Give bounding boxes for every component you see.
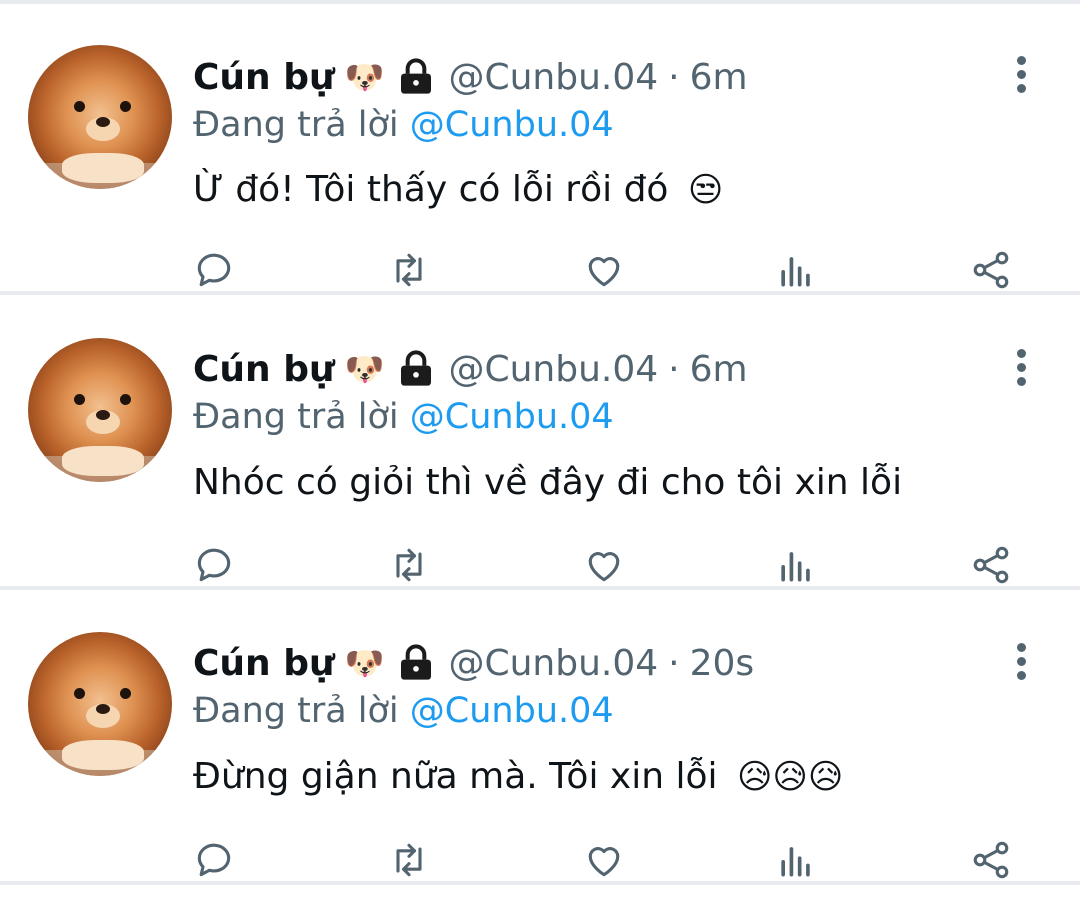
- avatar[interactable]: [28, 632, 172, 776]
- author-name[interactable]: Cún bự: [193, 349, 335, 390]
- analytics-icon[interactable]: [772, 246, 820, 294]
- reply-icon[interactable]: [190, 836, 238, 884]
- more-vertical-icon[interactable]: [1008, 641, 1036, 683]
- separator-dot: ·: [668, 56, 680, 98]
- reply-prefix: Đang trả lời: [193, 397, 399, 437]
- reply-context: Đang trả lời @Cunbu.04: [193, 691, 614, 731]
- reply-icon[interactable]: [190, 246, 238, 294]
- share-icon[interactable]: [967, 541, 1015, 589]
- retweet-icon[interactable]: [385, 246, 433, 294]
- more-vertical-icon[interactable]: [1008, 347, 1036, 389]
- author-handle[interactable]: @Cunbu.04: [448, 643, 658, 684]
- dog-emoji: 🐶: [344, 644, 385, 682]
- author-name[interactable]: Cún bự: [193, 57, 335, 98]
- more-vertical-icon[interactable]: [1008, 54, 1036, 96]
- separator-dot: ·: [668, 348, 680, 390]
- heart-icon[interactable]: [580, 836, 628, 884]
- timestamp[interactable]: 6m: [690, 57, 748, 98]
- lock-icon: [396, 57, 436, 97]
- avatar[interactable]: [28, 45, 172, 189]
- author-handle[interactable]: @Cunbu.04: [448, 349, 658, 390]
- reply-icon[interactable]: [190, 541, 238, 589]
- avatar[interactable]: [28, 338, 172, 482]
- tweet-item[interactable]: Cún bự 🐶 @Cunbu.04 · 6m Đang trả lời @Cu…: [0, 4, 1080, 295]
- tweet-text: Đừng giận nữa mà. Tôi xin lỗi 😥😥😥: [193, 756, 843, 797]
- reply-mention-link[interactable]: @Cunbu.04: [410, 105, 614, 145]
- tweet-emoji: 😥😥😥: [736, 757, 844, 797]
- tweet-item[interactable]: Cún bự 🐶 @Cunbu.04 · 20s Đang trả lời @C…: [0, 594, 1080, 885]
- analytics-icon[interactable]: [772, 541, 820, 589]
- reply-prefix: Đang trả lời: [193, 691, 399, 731]
- timestamp[interactable]: 6m: [690, 349, 748, 390]
- tweet-text-body: Nhóc có giỏi thì về đây đi cho tôi xin l…: [193, 462, 903, 503]
- heart-icon[interactable]: [580, 246, 628, 294]
- lock-icon: [396, 349, 436, 389]
- reply-mention-link[interactable]: @Cunbu.04: [410, 691, 614, 731]
- tweet-item[interactable]: Cún bự 🐶 @Cunbu.04 · 6m Đang trả lời @Cu…: [0, 299, 1080, 590]
- retweet-icon[interactable]: [385, 541, 433, 589]
- dog-emoji: 🐶: [344, 350, 385, 388]
- tweet-text-body: Đừng giận nữa mà. Tôi xin lỗi: [193, 756, 718, 797]
- tweet-emoji: 😒: [687, 170, 724, 210]
- reply-prefix: Đang trả lời: [193, 105, 399, 145]
- lock-icon: [396, 643, 436, 683]
- separator-dot: ·: [668, 642, 680, 684]
- reply-mention-link[interactable]: @Cunbu.04: [410, 397, 614, 437]
- tweet-text: Ừ đó! Tôi thấy có lỗi rồi đó 😒: [193, 169, 723, 210]
- author-name[interactable]: Cún bự: [193, 643, 335, 684]
- share-icon[interactable]: [967, 246, 1015, 294]
- analytics-icon[interactable]: [772, 836, 820, 884]
- retweet-icon[interactable]: [385, 836, 433, 884]
- reply-context: Đang trả lời @Cunbu.04: [193, 105, 614, 145]
- dog-emoji: 🐶: [344, 58, 385, 96]
- tweet-text-body: Ừ đó! Tôi thấy có lỗi rồi đó: [193, 169, 669, 210]
- timestamp[interactable]: 20s: [690, 643, 755, 684]
- author-handle[interactable]: @Cunbu.04: [448, 57, 658, 98]
- heart-icon[interactable]: [580, 541, 628, 589]
- reply-context: Đang trả lời @Cunbu.04: [193, 397, 614, 437]
- tweet-text: Nhóc có giỏi thì về đây đi cho tôi xin l…: [193, 462, 902, 503]
- share-icon[interactable]: [967, 836, 1015, 884]
